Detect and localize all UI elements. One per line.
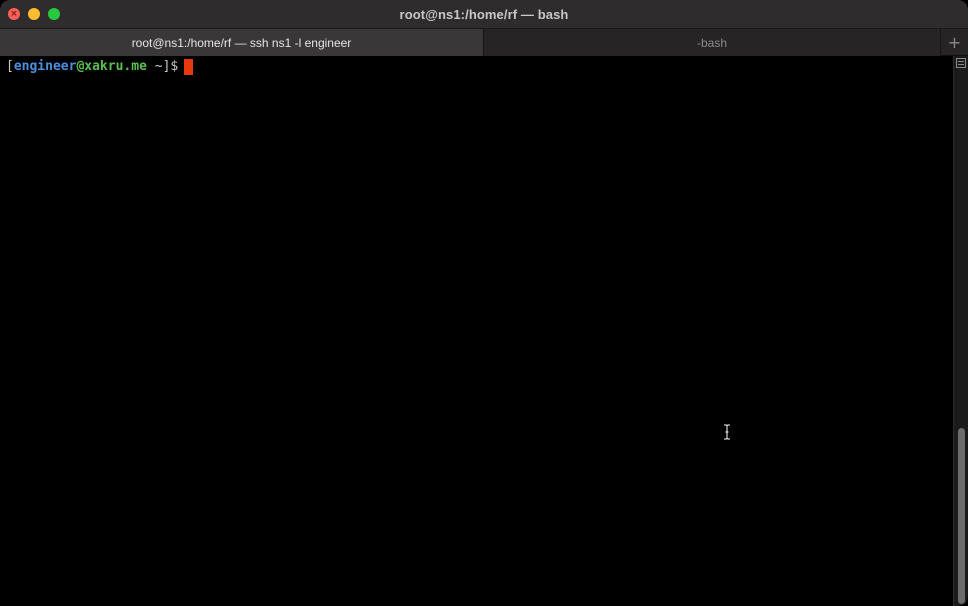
text-cursor-icon (724, 424, 730, 440)
terminal-window: × root@ns1:/home/rf — bash root@ns1:/hom… (0, 0, 968, 606)
window-controls: × (8, 8, 60, 20)
tab-label: -bash (696, 35, 728, 50)
maximize-button[interactable] (48, 8, 60, 20)
title-bar[interactable]: × root@ns1:/home/rf — bash (0, 0, 968, 28)
shell-prompt: [engineer @ xakru.me ~]$ (6, 58, 953, 75)
close-icon: × (10, 8, 18, 19)
scrollbar-menu-icon[interactable] (956, 58, 966, 68)
minimize-button[interactable] (28, 8, 40, 20)
tab-ssh-session[interactable]: root@ns1:/home/rf — ssh ns1 -l engineer (0, 29, 484, 56)
plus-icon: + (947, 33, 962, 52)
new-tab-button[interactable]: + (941, 29, 968, 56)
prompt-open-bracket: [ (6, 59, 14, 74)
prompt-user: engineer (13, 59, 77, 74)
prompt-host: xakru.me (84, 59, 147, 74)
close-button[interactable]: × (8, 8, 20, 20)
tab-label: root@ns1:/home/rf — ssh ns1 -l engineer (131, 35, 352, 50)
terminal-output[interactable]: [engineer @ xakru.me ~]$ (0, 56, 953, 606)
vertical-scrollbar[interactable] (953, 56, 968, 606)
prompt-at: @ (76, 59, 85, 74)
block-cursor (184, 58, 194, 75)
scrollbar-thumb[interactable] (958, 428, 965, 604)
tab-bar: root@ns1:/home/rf — ssh ns1 -l engineer … (0, 28, 968, 56)
prompt-path: ~ (146, 59, 163, 74)
prompt-symbol: ]$ (162, 59, 179, 74)
tab-bash[interactable]: -bash (484, 29, 941, 56)
window-title: root@ns1:/home/rf — bash (399, 6, 569, 22)
